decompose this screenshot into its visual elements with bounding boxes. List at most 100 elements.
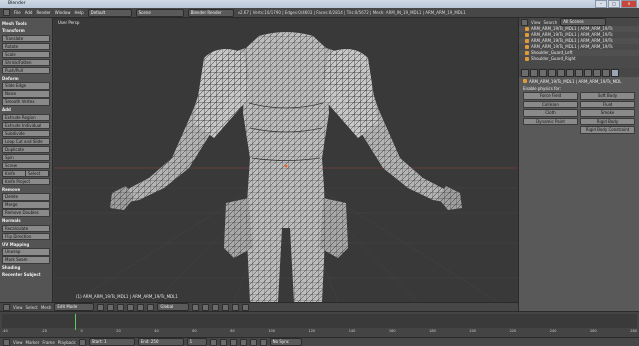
tool-button[interactable]: Slide Edge <box>2 82 50 90</box>
render-engine-select[interactable]: Blender Render <box>187 8 234 17</box>
timeline-frame-menu[interactable]: Frame <box>42 340 54 345</box>
end-frame-field[interactable]: End: 250 <box>137 338 184 346</box>
tool-section-header[interactable]: Add <box>2 106 50 113</box>
close-button[interactable]: ✕ <box>621 0 637 8</box>
physics-button[interactable]: Smoke <box>580 109 635 117</box>
texture-tab-icon[interactable] <box>593 68 601 77</box>
viewport-canvas[interactable] <box>54 18 518 302</box>
physics-tab-icon[interactable] <box>611 68 619 77</box>
tool-button[interactable]: Delete <box>2 193 50 201</box>
physics-button[interactable]: Force Field <box>523 92 578 100</box>
outliner-filter-select[interactable]: All Scenes <box>560 18 607 26</box>
recenter-subject-panel[interactable]: Recenter Subject <box>2 271 50 278</box>
vertex-select-icon[interactable] <box>192 303 200 311</box>
start-frame-field[interactable]: Start: 1 <box>88 338 135 346</box>
tool-section-header[interactable]: Normals <box>2 217 50 224</box>
tool-button[interactable]: Push/Pull <box>2 66 50 74</box>
object-tab-icon[interactable] <box>548 68 556 77</box>
physics-button[interactable]: Rigid Body <box>580 117 635 125</box>
tool-button[interactable]: Shrink/Fatten <box>2 58 50 66</box>
tool-button[interactable]: Loop Cut and Slide <box>2 137 50 145</box>
menu-file[interactable]: File <box>14 10 21 15</box>
next-keyframe-icon[interactable] <box>249 338 257 346</box>
transform-orientation-select[interactable]: Global <box>157 303 190 311</box>
tool-button[interactable]: Subdivide <box>2 129 50 137</box>
outliner-editor-icon[interactable] <box>521 18 528 26</box>
physics-button[interactable]: Rigid Body Constraint <box>580 126 635 134</box>
mode-select[interactable]: Edit Mode <box>54 303 95 311</box>
viewport-shading-icon[interactable] <box>97 303 105 311</box>
tool-button[interactable]: Screw <box>2 161 50 169</box>
tool-button[interactable]: Merge <box>2 201 50 209</box>
tool-button[interactable]: Scale <box>2 50 50 58</box>
outliner-view-menu[interactable]: View <box>531 20 541 25</box>
translate-manipulator-icon[interactable] <box>127 303 135 311</box>
view-menu[interactable]: View <box>13 305 23 310</box>
rotate-manipulator-icon[interactable] <box>137 303 145 311</box>
sync-mode-select[interactable]: No Sync <box>269 338 302 346</box>
edge-select-icon[interactable] <box>202 303 210 311</box>
play-icon[interactable] <box>239 338 247 346</box>
timeline-playback-menu[interactable]: Playback <box>58 340 76 345</box>
current-frame-cursor[interactable] <box>75 314 76 330</box>
timeline-marker-menu[interactable]: Marker <box>26 340 40 345</box>
physics-button[interactable]: Soft Body <box>580 92 635 100</box>
constraints-tab-icon[interactable] <box>557 68 565 77</box>
maximize-button[interactable]: □ <box>608 0 620 8</box>
tool-button[interactable]: Smooth Vertex <box>2 98 50 106</box>
3d-viewport[interactable]: User Persp (1) ARM_ARM_19/Ts_MDL1 | ARM_… <box>54 18 518 302</box>
timeline[interactable]: -40 -20 0 20 40 60 80 100 120 140 160 180 200 220 240 2… <box>0 311 639 337</box>
physics-button[interactable]: Fluid <box>580 100 635 108</box>
mesh-menu[interactable]: Mesh <box>41 305 52 310</box>
tool-button[interactable]: Mark Seam <box>2 256 50 264</box>
physics-button[interactable]: Collision <box>523 100 578 108</box>
tool-button[interactable]: Remove Doubles <box>2 209 50 217</box>
menu-help[interactable]: Help <box>74 10 83 15</box>
physics-button[interactable]: Dynamic Paint <box>523 117 578 125</box>
outliner-item[interactable]: Shoulder_Guard_Right <box>519 56 639 62</box>
tool-button[interactable]: Knife Project <box>2 177 50 185</box>
tool-section-header[interactable]: Shading <box>2 264 50 271</box>
tool-button[interactable]: Knife <box>3 170 26 176</box>
tool-button[interactable]: Noise <box>2 90 50 98</box>
tool-button[interactable]: Extrude Region <box>2 113 50 121</box>
timeline-editor-icon[interactable] <box>3 338 10 346</box>
render-tab-icon[interactable] <box>521 68 529 77</box>
tool-button[interactable]: Recalculate <box>2 224 50 232</box>
prev-keyframe-icon[interactable] <box>219 338 227 346</box>
tool-section-header[interactable]: Deform <box>2 75 50 82</box>
tool-button[interactable]: Translate <box>2 34 50 42</box>
manipulator-icon[interactable] <box>117 303 125 311</box>
snap-icon[interactable] <box>242 303 250 311</box>
tool-button[interactable]: Spin <box>2 153 50 161</box>
particles-tab-icon[interactable] <box>602 68 610 77</box>
editor-type-icon[interactable] <box>3 9 10 16</box>
tool-button[interactable]: Rotate <box>2 42 50 50</box>
tool-section-header[interactable]: UV Mapping <box>2 241 50 248</box>
current-frame-field[interactable]: 1 <box>186 338 207 346</box>
face-select-icon[interactable] <box>212 303 220 311</box>
screen-layout-select[interactable]: Default <box>87 8 132 17</box>
timeline-view-menu[interactable]: View <box>13 340 23 345</box>
select-menu[interactable]: Select <box>26 305 38 310</box>
outliner-search-menu[interactable]: Search <box>544 20 558 25</box>
jump-start-icon[interactable] <box>209 338 217 346</box>
record-icon[interactable] <box>78 338 86 346</box>
data-tab-icon[interactable] <box>575 68 583 77</box>
tool-shelf-header[interactable]: Mesh Tools <box>2 20 50 27</box>
tool-section-header[interactable]: Transform <box>2 27 50 34</box>
tool-section-header[interactable]: Remove <box>2 186 50 193</box>
menu-render[interactable]: Render <box>36 10 50 15</box>
timeline-track[interactable] <box>2 314 637 330</box>
menu-window[interactable]: Window <box>55 10 71 15</box>
play-reverse-icon[interactable] <box>229 338 237 346</box>
scene-select[interactable]: Scene <box>135 8 184 17</box>
proportional-edit-icon[interactable] <box>232 303 240 311</box>
occlude-geometry-icon[interactable] <box>222 303 230 311</box>
menu-add[interactable]: Add <box>25 10 33 15</box>
view3d-editor-icon[interactable] <box>3 303 10 311</box>
material-tab-icon[interactable] <box>584 68 592 77</box>
tool-button[interactable]: Select <box>26 170 49 176</box>
scene-tab-icon[interactable] <box>530 68 538 77</box>
tool-button[interactable]: Extrude Individual <box>2 121 50 129</box>
